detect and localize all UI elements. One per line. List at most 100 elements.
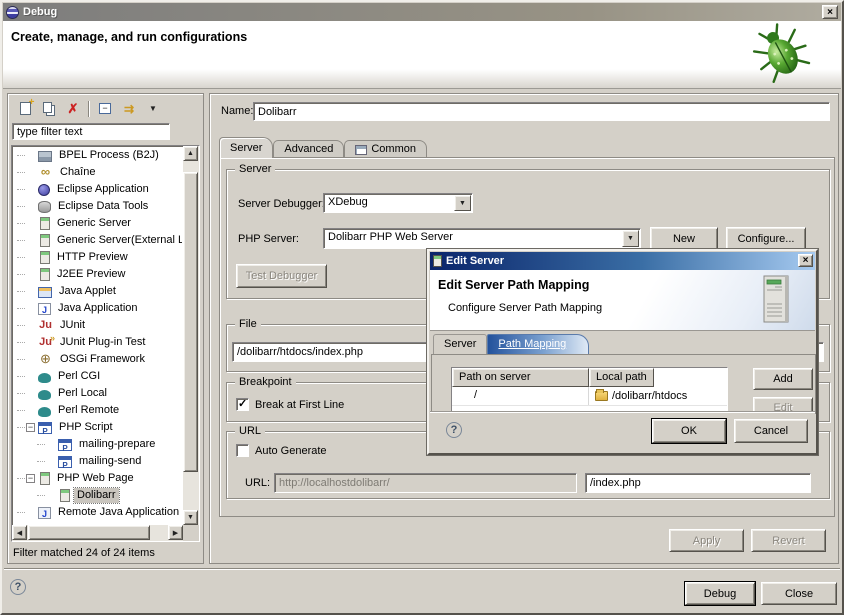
tree-item[interactable]: Java Applet (13, 283, 182, 300)
tree-guide (17, 342, 25, 343)
tree-guide (17, 427, 25, 428)
window-titlebar[interactable]: Debug × (3, 3, 841, 21)
tree-item[interactable]: Perl Local (13, 385, 182, 402)
tree-guide (17, 223, 25, 224)
tree-item[interactable]: J2EE Preview (13, 266, 182, 283)
edit-server-dialog: Edit Server × Edit Server Path Mapping C… (427, 249, 818, 455)
tree-item[interactable]: Remote Java Application (13, 504, 182, 521)
tree-item-label: Perl Local (55, 386, 110, 401)
configure-server-button[interactable]: Configure... (726, 227, 806, 250)
tree-item[interactable]: mailing-prepare (13, 436, 182, 453)
dialog-titlebar[interactable]: Edit Server × (430, 252, 815, 270)
debug-button[interactable]: Debug (685, 582, 755, 605)
tree-guide (17, 393, 25, 394)
dialog-close-button[interactable]: × (798, 254, 813, 267)
tree-guide (37, 444, 45, 445)
filter-icon[interactable]: ⇉ (120, 100, 138, 118)
tree-item[interactable]: −PHP Script (13, 419, 182, 436)
tab-server[interactable]: Server (219, 137, 273, 158)
php-server-label: PHP Server: (238, 233, 299, 245)
php-server-select[interactable]: Dolibarr PHP Web Server ▼ (323, 228, 641, 249)
chevron-down-icon[interactable]: ▼ (454, 195, 471, 211)
help-icon[interactable]: ? (10, 579, 26, 595)
tree-item[interactable]: Java Application (13, 300, 182, 317)
window-close-button[interactable]: × (822, 5, 838, 19)
tree-item[interactable]: Dolibarr (13, 487, 182, 504)
name-input[interactable] (253, 102, 830, 121)
tree-item[interactable]: −PHP Web Page (13, 470, 182, 487)
tree-item[interactable]: JUnit Plug-in Test (13, 334, 182, 351)
tree-expander-minus-icon[interactable]: − (26, 423, 35, 432)
vscroll-thumb[interactable] (183, 172, 198, 472)
tree-guide (17, 359, 25, 360)
tree-guide (17, 257, 25, 258)
break-first-line-label: Break at First Line (255, 399, 344, 411)
tree-expander-minus-icon[interactable]: − (26, 474, 35, 483)
bpel-icon (38, 151, 52, 162)
toolbar-menu-caret-icon[interactable]: ▼ (144, 100, 162, 118)
tree-item[interactable]: Perl Remote (13, 402, 182, 419)
scroll-up-icon[interactable]: ▲ (183, 146, 198, 161)
tree-vertical-scrollbar[interactable]: ▲ ▼ (183, 146, 199, 525)
revert-button[interactable]: Revert (751, 529, 826, 552)
tab-advanced[interactable]: Advanced (273, 140, 344, 158)
server-icon (40, 251, 50, 264)
dialog-tab-path-mapping[interactable]: Path Mapping (487, 334, 589, 354)
configuration-tree: BPEL Process (B2J)ChaîneEclipse Applicat… (11, 145, 200, 542)
server-icon (40, 234, 50, 247)
tree-item[interactable]: mailing-send (13, 453, 182, 470)
duplicate-configuration-icon[interactable] (40, 100, 58, 118)
url-path-input[interactable] (585, 473, 811, 493)
db-icon (38, 201, 51, 213)
dialog-button-bar: ? OK Cancel (430, 411, 815, 452)
sphere-icon (38, 184, 50, 196)
tree-item-label: mailing-send (76, 454, 144, 469)
tree-item[interactable]: JUnit (13, 317, 182, 334)
column-path-on-server[interactable]: Path on server (452, 368, 589, 387)
tree-item[interactable]: Perl CGI (13, 368, 182, 385)
hscroll-thumb[interactable] (28, 525, 150, 540)
dialog-help-icon[interactable]: ? (446, 422, 462, 438)
auto-generate-checkbox[interactable] (236, 444, 249, 457)
add-mapping-button[interactable]: Add (753, 368, 813, 390)
tree-item[interactable]: Generic Server(External La (13, 232, 182, 249)
tree-horizontal-scrollbar[interactable]: ◀ ▶ (12, 525, 183, 541)
chevron-down-icon[interactable]: ▼ (622, 230, 639, 247)
tree-item-label: mailing-prepare (76, 437, 158, 452)
tree-guide (17, 189, 25, 190)
file-group-label: File (235, 317, 261, 331)
tree-item-label: HTTP Preview (54, 250, 131, 265)
tree-item[interactable]: Eclipse Application (13, 181, 182, 198)
filter-input[interactable] (12, 123, 170, 140)
mapping-row[interactable]: //dolibarr/htdocs (452, 387, 727, 405)
junit-icon (38, 319, 53, 332)
server-debugger-select[interactable]: XDebug ▼ (323, 193, 473, 213)
new-server-button[interactable]: New (650, 227, 718, 250)
scroll-left-icon[interactable]: ◀ (12, 525, 27, 540)
new-configuration-icon[interactable] (16, 100, 34, 118)
apply-button[interactable]: Apply (669, 529, 744, 552)
tree-item[interactable]: OSGi Framework (13, 351, 182, 368)
scroll-down-icon[interactable]: ▼ (183, 510, 198, 525)
tree-item[interactable]: HTTP Preview (13, 249, 182, 266)
tree-item[interactable]: Chaîne (13, 164, 182, 181)
ok-button[interactable]: OK (652, 419, 726, 443)
column-local-path[interactable]: Local path (589, 368, 654, 387)
dialog-tab-server[interactable]: Server (433, 334, 487, 354)
tree-item-label: BPEL Process (B2J) (56, 148, 162, 163)
test-debugger-button[interactable]: Test Debugger (236, 264, 327, 288)
tree-guide (37, 495, 45, 496)
local-path-text: /dolibarr/htdocs (612, 390, 687, 402)
collapse-all-icon[interactable]: − (96, 100, 114, 118)
tree-item[interactable]: BPEL Process (B2J) (13, 147, 182, 164)
tab-common[interactable]: Common (344, 140, 427, 158)
delete-configuration-icon[interactable]: ✗ (64, 100, 82, 118)
osgi-icon (38, 353, 53, 366)
tree-item[interactable]: Eclipse Data Tools (13, 198, 182, 215)
close-button[interactable]: Close (761, 582, 837, 605)
cancel-button[interactable]: Cancel (734, 419, 808, 443)
breakpoint-group-label: Breakpoint (235, 375, 296, 389)
break-first-line-checkbox[interactable] (236, 398, 249, 411)
tree-item[interactable]: Generic Server (13, 215, 182, 232)
scroll-right-icon[interactable]: ▶ (168, 525, 183, 540)
